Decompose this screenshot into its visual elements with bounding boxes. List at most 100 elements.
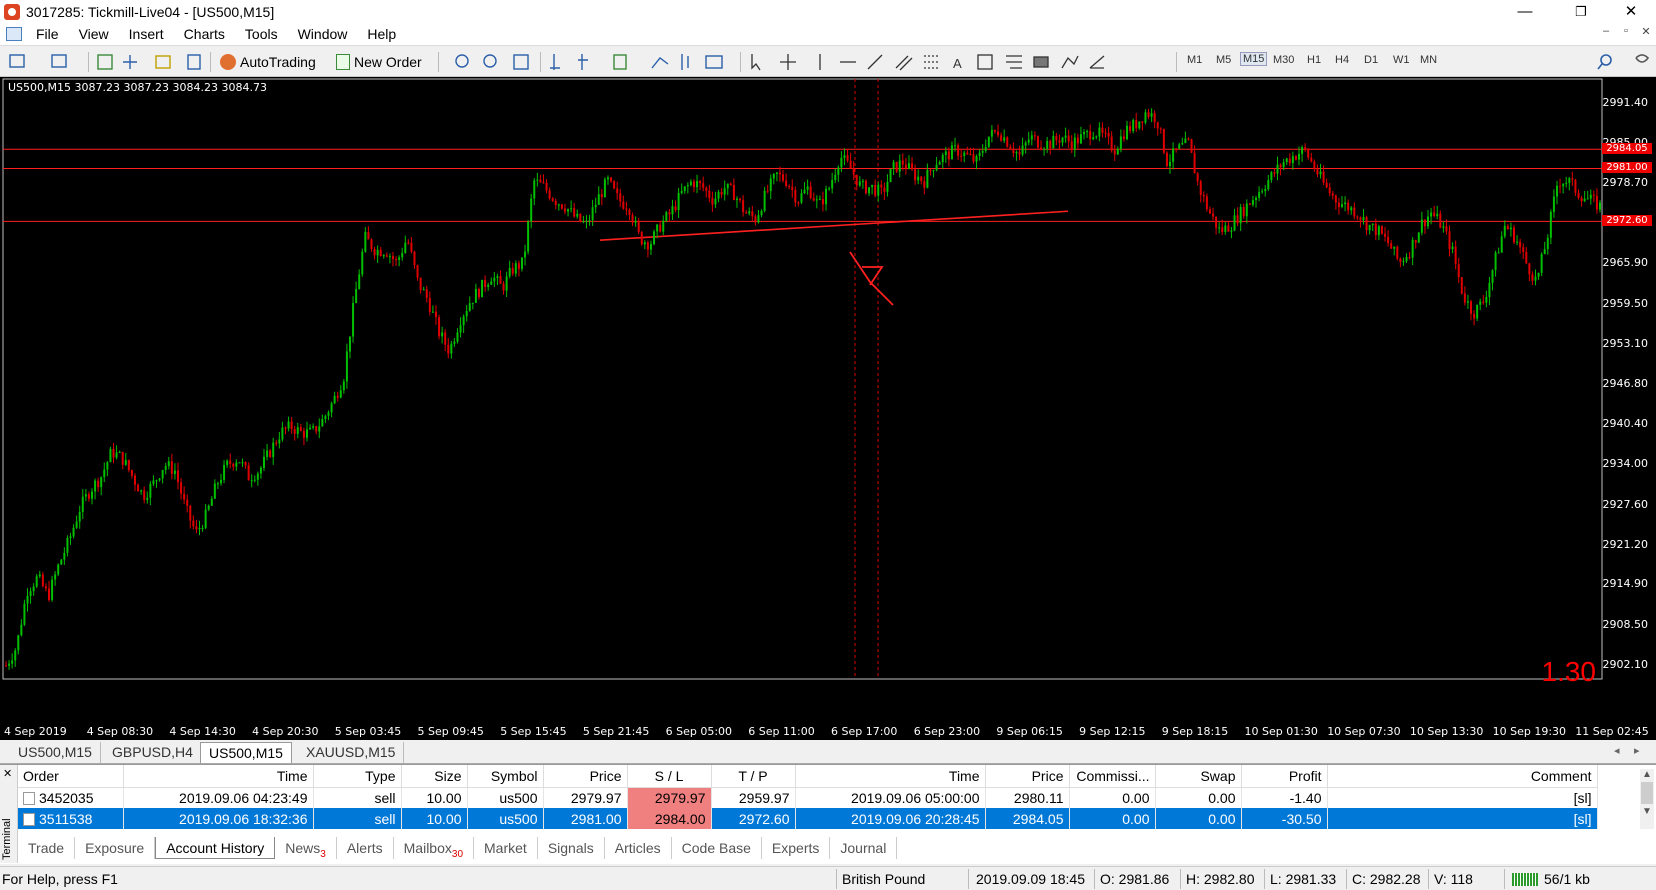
candle-body: [1362, 217, 1365, 221]
tf-w1[interactable]: W1: [1393, 54, 1410, 66]
terminal-tab-alerts[interactable]: Alerts: [337, 837, 394, 859]
candle-body: [1445, 226, 1448, 232]
scroll-up-icon[interactable]: ▲: [1640, 769, 1654, 780]
chart-tab-xauusd-m15[interactable]: XAUUSD,M15: [298, 742, 405, 763]
candle-body: [382, 255, 385, 257]
menu-file[interactable]: File: [26, 26, 69, 42]
candle-body: [1227, 225, 1230, 232]
chart-tab-gbpusd-h4[interactable]: GBPUSD,H4: [104, 742, 202, 763]
order-icon: [23, 812, 35, 826]
candle-body: [1049, 141, 1052, 149]
tf-m5[interactable]: M5: [1216, 54, 1231, 66]
column-header[interactable]: T / P: [711, 765, 796, 788]
menu-tools[interactable]: Tools: [235, 26, 288, 42]
column-header[interactable]: S / L: [627, 765, 712, 788]
table-cell: 0.00: [1155, 808, 1242, 829]
autotrading-button[interactable]: AutoTrading: [220, 52, 316, 72]
close-button[interactable]: ✕: [1606, 0, 1656, 23]
market-watch-icon: [97, 54, 113, 70]
candle-body: [1101, 127, 1104, 133]
chart-tab-us500-m15[interactable]: US500,M15: [10, 742, 101, 763]
candle-body: [416, 265, 419, 278]
terminal-close-icon[interactable]: ✕: [3, 767, 12, 780]
column-header[interactable]: Symbol: [467, 765, 544, 788]
candle-body: [1095, 136, 1098, 138]
mdi-restore-icon[interactable]: ▫: [1616, 25, 1636, 37]
scroll-thumb[interactable]: [1641, 782, 1653, 804]
column-header[interactable]: Time: [795, 765, 986, 788]
candle-body: [278, 439, 281, 444]
tf-d1[interactable]: D1: [1364, 54, 1378, 66]
candle-body: [342, 381, 345, 391]
tab-scroll-right-icon[interactable]: ▸: [1634, 744, 1640, 757]
tf-mn[interactable]: MN: [1420, 54, 1437, 66]
chart-tab-us500-m15-active[interactable]: US500,M15: [200, 742, 292, 763]
candle-body: [1009, 146, 1012, 150]
terminal-tab-mailbox[interactable]: Mailbox30: [394, 837, 475, 860]
chart-canvas[interactable]: [0, 77, 1656, 740]
column-header[interactable]: Comment: [1327, 765, 1598, 788]
terminal-tab-articles[interactable]: Articles: [605, 837, 672, 859]
candle-body: [591, 207, 594, 221]
price-chart[interactable]: US500,M15 3087.23 3087.23 3084.23 3084.7…: [0, 77, 1656, 740]
candle-body: [625, 208, 628, 210]
history-row[interactable]: 3452035 2019.09.06 04:23:49 sell 10.00 us500…: [18, 787, 1598, 808]
terminal-tab-account-history[interactable]: Account History: [155, 837, 276, 859]
column-header[interactable]: Profit: [1241, 765, 1328, 788]
candle-body: [1184, 138, 1187, 144]
menu-view[interactable]: View: [69, 26, 119, 42]
terminal-tab-news[interactable]: News3: [275, 837, 337, 860]
terminal-tab-exposure[interactable]: Exposure: [75, 837, 156, 859]
tf-m30[interactable]: M30: [1273, 54, 1294, 66]
candle-body: [1316, 169, 1319, 175]
candle-body: [1334, 195, 1337, 203]
terminal-tab-trade[interactable]: Trade: [18, 837, 76, 859]
column-header[interactable]: Commissi...: [1069, 765, 1156, 788]
menu-window[interactable]: Window: [288, 26, 358, 42]
tf-m1[interactable]: M1: [1187, 54, 1202, 66]
terminal-tab-experts[interactable]: Experts: [762, 837, 831, 859]
new-order-button[interactable]: New Order: [336, 52, 422, 72]
terminal-tab-market[interactable]: Market: [474, 837, 538, 859]
candle-body: [213, 483, 216, 499]
x-axis-tick: 6 Sep 11:00: [748, 725, 815, 738]
candle-body: [1513, 227, 1516, 243]
history-row[interactable]: 3511538 2019.09.06 18:32:36 sell 10.00 us500…: [18, 808, 1598, 829]
profiles-icon: [51, 54, 67, 68]
candle-body: [1411, 239, 1414, 258]
y-axis-tick: 2940.40: [1602, 416, 1649, 430]
mdi-minimize-icon[interactable]: –: [1596, 25, 1616, 37]
candle-body: [665, 212, 668, 221]
minimize-button[interactable]: —: [1500, 0, 1550, 23]
terminal-tab-code-base[interactable]: Code Base: [672, 837, 762, 859]
mdi-close-icon[interactable]: ✕: [1636, 25, 1656, 38]
tf-h4[interactable]: H4: [1335, 54, 1349, 66]
menu-charts[interactable]: Charts: [174, 26, 235, 42]
candle-body: [97, 480, 100, 488]
scroll-down-icon[interactable]: ▼: [1640, 806, 1654, 817]
tf-h1[interactable]: H1: [1307, 54, 1321, 66]
menu-help[interactable]: Help: [357, 26, 406, 42]
column-header[interactable]: Order: [18, 765, 124, 788]
menu-insert[interactable]: Insert: [119, 26, 174, 42]
candle-body: [219, 479, 222, 484]
table-cell: [sl]: [1327, 808, 1598, 829]
table-cell: -1.40: [1241, 787, 1328, 808]
terminal-tab-journal[interactable]: Journal: [830, 837, 898, 859]
tf-m15[interactable]: M15: [1240, 52, 1268, 66]
candle-body: [1503, 225, 1506, 237]
candle-body: [1264, 189, 1267, 192]
column-header[interactable]: Price: [543, 765, 628, 788]
candle-body: [1196, 173, 1199, 182]
status-profile[interactable]: British Pound: [842, 871, 925, 887]
tab-scroll-left-icon[interactable]: ◂: [1614, 744, 1620, 757]
terminal-tab-signals[interactable]: Signals: [538, 837, 605, 859]
table-cell: 2984.00: [627, 808, 712, 829]
column-header[interactable]: Size: [401, 765, 468, 788]
column-header[interactable]: Swap: [1155, 765, 1242, 788]
terminal-scrollbar[interactable]: ▲ ▼: [1640, 769, 1654, 829]
column-header[interactable]: Price: [985, 765, 1070, 788]
column-header[interactable]: Type: [313, 765, 402, 788]
column-header[interactable]: Time: [123, 765, 314, 788]
restore-button[interactable]: ❐: [1556, 0, 1606, 23]
